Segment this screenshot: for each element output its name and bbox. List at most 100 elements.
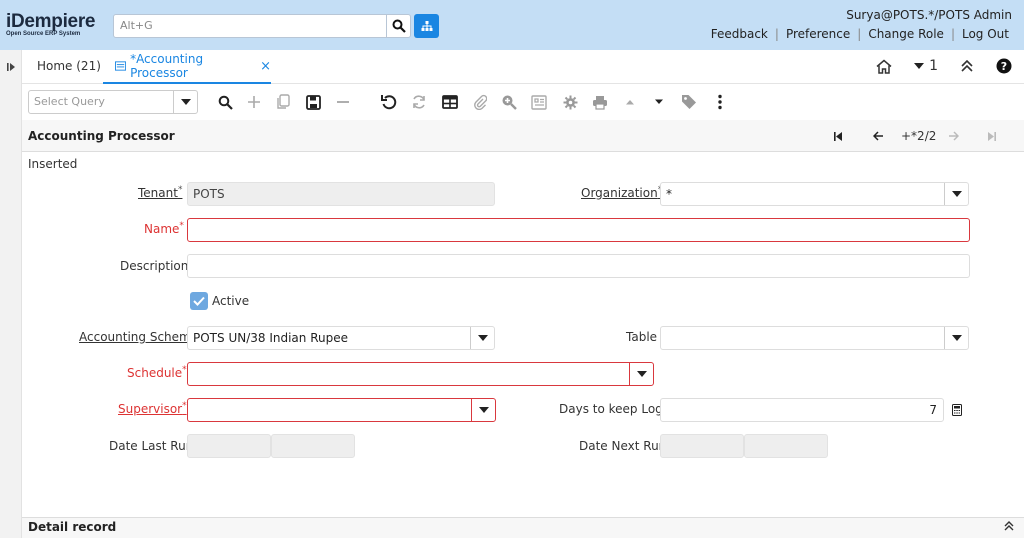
menu-tree-button[interactable] — [414, 14, 439, 38]
window-title: Accounting Processor — [28, 129, 175, 143]
previous-record-icon[interactable] — [873, 131, 884, 141]
refresh-button[interactable] — [410, 93, 428, 111]
zoom-in-icon — [502, 95, 517, 110]
tab-count: 1 — [929, 58, 938, 74]
user-role-label[interactable]: Surya@POTS.*/POTS Admin — [846, 8, 1012, 22]
required-marker: * — [179, 221, 184, 231]
caret-down-icon — [478, 407, 489, 413]
gear-icon — [563, 95, 577, 109]
attachment-button[interactable] — [471, 93, 489, 111]
logout-link[interactable]: Log Out — [955, 27, 1016, 41]
new-record-button[interactable] — [245, 93, 263, 111]
caret-down-icon — [636, 371, 647, 377]
logo-text: iDempiere — [6, 11, 96, 32]
report-icon — [531, 94, 547, 110]
window-toolbar: Select Query — [22, 84, 1024, 120]
idempiere-logo[interactable]: iDempiere Open Source ERP System — [6, 12, 95, 38]
next-tab-button[interactable] — [650, 93, 668, 111]
accounting-schema-select[interactable]: POTS UN/38 Indian Rupee — [187, 326, 495, 350]
more-actions-button[interactable] — [711, 93, 729, 111]
header-links: Feedback | Preference | Change Role | Log O… — [704, 27, 1016, 41]
active-checkbox[interactable] — [190, 292, 208, 310]
date-last-run-label: Date Last Run — [109, 439, 194, 453]
date-next-run-date-field — [660, 434, 744, 458]
tab-home[interactable]: Home (21) — [37, 59, 101, 73]
plus-icon — [248, 96, 260, 108]
collapse-detail-icon[interactable] — [1004, 521, 1014, 531]
preference-link[interactable]: Preference — [779, 27, 857, 41]
detail-record-panel: Detail record — [22, 517, 1024, 538]
save-button[interactable] — [304, 93, 322, 111]
supervisor-dropdown-button[interactable] — [471, 399, 495, 421]
schedule-dropdown-button[interactable] — [629, 363, 653, 385]
undo-button[interactable] — [380, 93, 398, 111]
sitemap-icon — [421, 21, 432, 31]
previous-tab-button[interactable] — [621, 93, 639, 111]
tab-accounting-processor[interactable]: *Accounting Processor × — [103, 50, 271, 84]
zoom-across-button[interactable] — [500, 93, 518, 111]
expand-panel-icon[interactable] — [6, 62, 16, 72]
next-record-icon[interactable] — [948, 131, 959, 141]
copy-icon — [277, 94, 290, 109]
undo-icon — [381, 95, 397, 110]
caret-down-icon — [655, 99, 663, 104]
caret-down-icon — [477, 335, 488, 341]
days-to-keep-log-label: Days to keep Log* — [559, 401, 667, 416]
paperclip-icon — [474, 94, 487, 110]
supervisor-label: Supervisor* — [118, 401, 187, 416]
select-query-dropdown-button[interactable] — [173, 91, 197, 113]
change-role-link[interactable]: Change Role — [861, 27, 951, 41]
name-label: Name* — [144, 221, 184, 236]
label-button[interactable] — [680, 93, 698, 111]
copy-record-button[interactable] — [274, 93, 292, 111]
window-tab-bar: Home (21) *Accounting Processor × 1 ? — [22, 50, 1024, 84]
table-dropdown-button[interactable] — [944, 327, 968, 349]
calculator-icon[interactable] — [952, 404, 962, 416]
caret-down-icon — [914, 63, 925, 69]
organization-dropdown-button[interactable] — [944, 183, 968, 205]
home-icon[interactable] — [876, 59, 892, 74]
first-record-icon[interactable] — [834, 132, 842, 141]
logo-subtext: Open Source ERP System — [6, 31, 81, 37]
table-select[interactable] — [660, 326, 969, 350]
left-panel-collapsed — [0, 50, 22, 538]
delete-record-button[interactable] — [334, 93, 352, 111]
table-icon — [442, 95, 458, 109]
global-search-input[interactable]: Alt+G — [113, 14, 387, 38]
schedule-label-text: Schedule — [127, 366, 183, 380]
date-next-run-label: Date Next Run — [579, 439, 667, 453]
tag-icon — [682, 95, 696, 109]
supervisor-select[interactable] — [187, 398, 496, 422]
detail-record-title: Detail record — [28, 520, 117, 534]
search-icon — [218, 95, 233, 110]
refresh-icon — [413, 95, 425, 109]
accounting-schema-dropdown-button[interactable] — [470, 327, 494, 349]
app-header: iDempiere Open Source ERP System Alt+G S… — [0, 0, 1024, 50]
last-record-icon[interactable] — [988, 132, 996, 141]
active-label: Active — [212, 294, 250, 308]
double-chevron-up-icon[interactable] — [960, 60, 974, 72]
days-to-keep-log-input[interactable]: 7 — [660, 398, 944, 422]
find-button[interactable] — [216, 93, 234, 111]
tab-list-dropdown[interactable]: 1 — [914, 58, 938, 74]
svg-text:?: ? — [1001, 60, 1007, 73]
tenant-label: Tenant* — [138, 185, 182, 200]
feedback-link[interactable]: Feedback — [704, 27, 775, 41]
schedule-select[interactable] — [187, 362, 654, 386]
organization-label-text: Organization — [581, 186, 658, 200]
print-button[interactable] — [591, 93, 609, 111]
description-input[interactable] — [187, 254, 970, 278]
caret-up-icon — [626, 100, 634, 105]
search-button[interactable] — [387, 14, 411, 38]
settings-button[interactable] — [561, 93, 579, 111]
close-tab-icon[interactable]: × — [260, 59, 271, 74]
date-next-run-time-field — [744, 434, 828, 458]
select-query-placeholder: Select Query — [34, 95, 105, 108]
report-button[interactable] — [530, 93, 548, 111]
organization-select[interactable]: * — [660, 182, 969, 206]
select-query-combobox[interactable]: Select Query — [28, 90, 198, 114]
help-icon[interactable]: ? — [996, 58, 1012, 74]
description-label: Description — [120, 259, 189, 273]
name-input[interactable] — [187, 218, 970, 242]
grid-toggle-button[interactable] — [441, 93, 459, 111]
